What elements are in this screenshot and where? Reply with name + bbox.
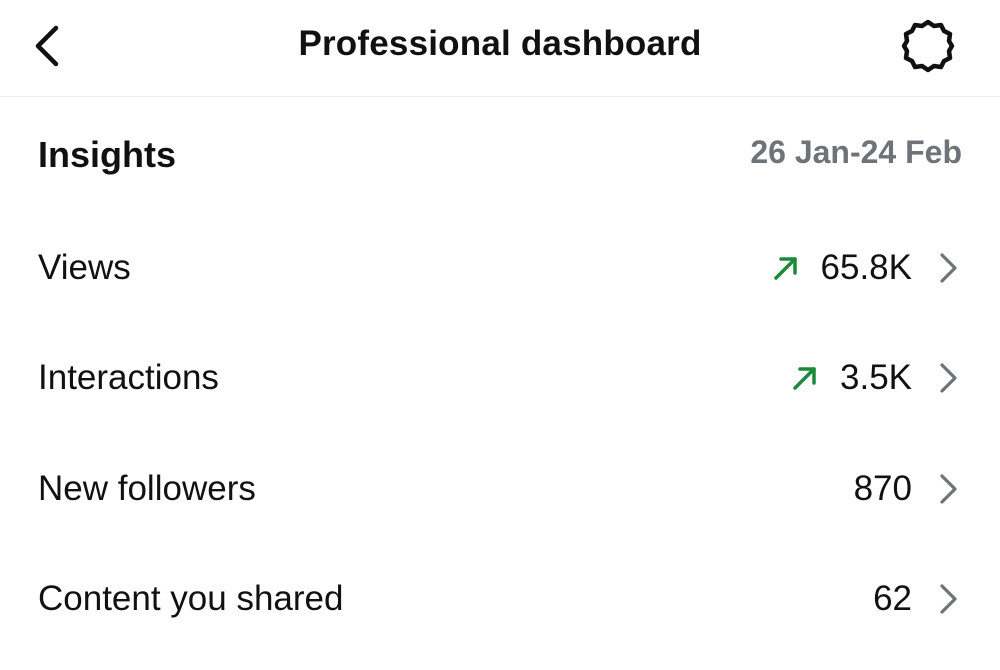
insights-header: Insights 26 Jan-24 Feb: [0, 118, 1000, 198]
metric-value-group: 62: [873, 579, 960, 619]
chevron-right-icon: [936, 251, 960, 285]
metric-row-interactions[interactable]: Interactions 3.5K: [0, 323, 1000, 433]
metric-value-group: 65.8K: [769, 248, 960, 288]
metric-row-content-shared[interactable]: Content you shared 62: [0, 544, 1000, 654]
trend-up-arrow-icon: [769, 251, 803, 285]
metric-row-views[interactable]: Views 65.8K: [0, 213, 1000, 323]
settings-button[interactable]: [896, 14, 960, 78]
professional-dashboard-screen: Professional dashboard Insights 26 Jan-2…: [0, 0, 1000, 670]
chevron-right-icon: [936, 582, 960, 616]
metric-value-group: 870: [854, 469, 960, 509]
date-range: 26 Jan-24 Feb: [750, 134, 962, 170]
gear-icon: [901, 19, 955, 73]
trend-up-arrow-icon: [788, 361, 822, 395]
metric-value: 870: [853, 469, 912, 508]
chevron-right-icon: [936, 472, 960, 506]
metric-value: 3.5K: [840, 358, 912, 397]
header-bar: Professional dashboard: [0, 0, 1000, 97]
chevron-right-icon: [936, 361, 960, 395]
metric-value-group: 3.5K: [788, 358, 960, 398]
metric-value: 65.8K: [820, 248, 912, 287]
metric-label: New followers: [38, 469, 256, 508]
metric-label: Interactions: [38, 358, 219, 397]
metric-row-new-followers[interactable]: New followers 870: [0, 434, 1000, 544]
metric-label: Views: [38, 248, 131, 287]
metric-label: Content you shared: [38, 579, 344, 618]
page-title: Professional dashboard: [298, 24, 702, 63]
metric-value: 62: [873, 579, 912, 618]
insights-title: Insights: [38, 134, 177, 175]
